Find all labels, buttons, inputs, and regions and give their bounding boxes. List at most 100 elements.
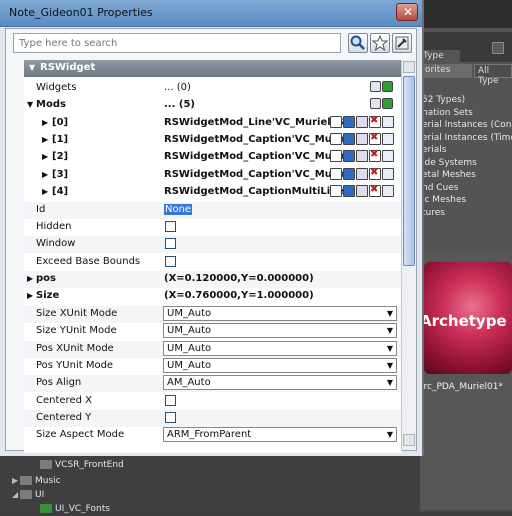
delete-icon[interactable] xyxy=(369,167,381,180)
list-item[interactable]: nation Sets xyxy=(420,107,512,120)
link-icon[interactable] xyxy=(356,185,368,197)
centered-y-checkbox[interactable] xyxy=(165,412,176,423)
property-row-hidden[interactable]: Hidden xyxy=(24,219,402,236)
list-item[interactable]: erial Instances (Cons xyxy=(420,119,512,132)
tree-item-fonts[interactable]: UI_VC_Fonts xyxy=(40,502,110,516)
pos-xunit-mode-select[interactable]: UM_Auto ▼ xyxy=(163,341,397,356)
add-item-icon[interactable] xyxy=(370,81,381,92)
expand-icon[interactable]: ▶ xyxy=(27,291,33,300)
delete-icon[interactable] xyxy=(369,132,381,145)
pos-yunit-mode-select[interactable]: UM_Auto ▼ xyxy=(163,358,397,373)
property-row-size[interactable]: ▶ Size (X=0.760000,Y=1.000000) xyxy=(24,288,402,305)
id-value-field[interactable]: None xyxy=(164,204,193,215)
expand-icon[interactable]: ▶ xyxy=(42,135,48,144)
list-item[interactable]: erial Instances (Time xyxy=(420,132,512,145)
property-row-size-yunit-mode[interactable]: Size YUnit Mode UM_Auto ▼ xyxy=(24,323,402,340)
size-yunit-mode-select[interactable]: UM_Auto ▼ xyxy=(163,323,397,338)
search-button[interactable] xyxy=(348,33,368,53)
scroll-down-button[interactable] xyxy=(403,434,415,446)
checkbox-icon[interactable] xyxy=(330,116,342,128)
category-header[interactable]: ▼ RSWidget xyxy=(24,60,402,77)
link-icon[interactable] xyxy=(356,133,368,145)
delete-icon[interactable] xyxy=(369,184,381,197)
property-row-mod-3[interactable]: ▶ [3] RSWidgetMod_Caption'VC_Murie xyxy=(24,167,402,184)
dropdown-icon[interactable] xyxy=(343,150,355,162)
property-row-size-aspect-mode[interactable]: Size Aspect Mode ARM_FromParent ▼ xyxy=(24,427,402,444)
content-browser-button[interactable] xyxy=(492,42,504,54)
settings-button[interactable] xyxy=(392,33,412,53)
hidden-checkbox[interactable] xyxy=(165,221,176,232)
property-row-id[interactable]: Id None xyxy=(24,202,402,220)
checkbox-icon[interactable] xyxy=(330,133,342,145)
list-item[interactable]: erials xyxy=(420,144,512,157)
property-row-pos-align[interactable]: Pos Align AM_Auto ▼ xyxy=(24,375,402,393)
property-row-mod-0[interactable]: ▶ [0] RSWidgetMod_Line'VC_MurielsS xyxy=(24,115,402,132)
property-row-mod-2[interactable]: ▶ [2] RSWidgetMod_Caption'VC_Murie xyxy=(24,149,402,166)
tree-item-music[interactable]: ▶ Music xyxy=(12,474,61,488)
property-row-widgets[interactable]: Widgets ... (0) xyxy=(24,80,402,97)
expand-icon[interactable]: ▶ xyxy=(12,474,20,488)
edit-icon[interactable] xyxy=(382,116,394,128)
checkbox-icon[interactable] xyxy=(330,185,342,197)
collapse-icon[interactable]: ▼ xyxy=(27,100,33,109)
tree-item-ui[interactable]: ◢ UI xyxy=(12,488,44,502)
property-row-size-xunit-mode[interactable]: Size XUnit Mode UM_Auto ▼ xyxy=(24,306,402,324)
title-bar[interactable]: Note_Gideon01 Properties ✕ xyxy=(0,0,422,27)
property-row-exceed-base-bounds[interactable]: Exceed Base Bounds xyxy=(24,254,402,271)
edit-icon[interactable] xyxy=(382,133,394,145)
property-row-window[interactable]: Window xyxy=(24,236,402,254)
scroll-up-button[interactable] xyxy=(403,61,415,73)
list-item[interactable]: 52 Types) xyxy=(420,94,512,107)
tree-item-frontend[interactable]: VCSR_FrontEnd xyxy=(40,458,124,472)
dropdown-icon[interactable] xyxy=(343,116,355,128)
property-row-mod-1[interactable]: ▶ [1] RSWidgetMod_Caption'VC_Murie xyxy=(24,132,402,149)
expand-icon[interactable]: ▶ xyxy=(42,118,48,127)
delete-icon[interactable] xyxy=(369,115,381,128)
checkbox-icon[interactable] xyxy=(330,150,342,162)
property-row-centered-x[interactable]: Centered X xyxy=(24,393,402,410)
property-row-mods[interactable]: ▼ Mods ... (5) xyxy=(24,97,402,114)
edit-icon[interactable] xyxy=(382,168,394,180)
collapse-icon[interactable]: ▼ xyxy=(29,63,35,72)
tab-type[interactable]: Type xyxy=(420,50,460,64)
property-row-centered-y[interactable]: Centered Y xyxy=(24,410,402,428)
edit-icon[interactable] xyxy=(382,185,394,197)
property-row-pos-yunit-mode[interactable]: Pos YUnit Mode UM_Auto ▼ xyxy=(24,358,402,375)
link-icon[interactable] xyxy=(356,168,368,180)
expand-icon[interactable]: ▶ xyxy=(27,274,33,283)
expand-icon[interactable]: ▶ xyxy=(42,170,48,179)
dropdown-icon[interactable] xyxy=(343,185,355,197)
clear-items-icon[interactable] xyxy=(382,81,393,92)
clear-items-icon[interactable] xyxy=(382,98,393,109)
size-xunit-mode-select[interactable]: UM_Auto ▼ xyxy=(163,306,397,321)
delete-icon[interactable] xyxy=(369,149,381,162)
vertical-scrollbar[interactable] xyxy=(401,60,416,450)
checkbox-icon[interactable] xyxy=(330,168,342,180)
list-item[interactable]: tures xyxy=(420,207,512,220)
window-checkbox[interactable] xyxy=(165,238,176,249)
size-aspect-mode-select[interactable]: ARM_FromParent ▼ xyxy=(163,427,397,442)
list-item[interactable]: ic Meshes xyxy=(420,194,512,207)
search-input[interactable] xyxy=(13,33,341,53)
dropdown-icon[interactable] xyxy=(343,168,355,180)
property-row-pos-xunit-mode[interactable]: Pos XUnit Mode UM_Auto ▼ xyxy=(24,341,402,359)
collapse-icon[interactable]: ◢ xyxy=(12,488,20,502)
property-row-mod-4[interactable]: ▶ [4] RSWidgetMod_CaptionMultiLine' xyxy=(24,184,402,201)
link-icon[interactable] xyxy=(356,150,368,162)
expand-icon[interactable]: ▶ xyxy=(42,187,48,196)
list-item[interactable]: nd Cues xyxy=(420,182,512,195)
scroll-thumb[interactable] xyxy=(403,76,415,266)
list-item[interactable]: ide Systems xyxy=(420,157,512,170)
expand-icon[interactable]: ▶ xyxy=(42,152,48,161)
add-item-icon[interactable] xyxy=(370,98,381,109)
pos-align-select[interactable]: AM_Auto ▼ xyxy=(163,375,397,390)
tab-favorites[interactable]: orites xyxy=(422,64,472,78)
property-row-pos[interactable]: ▶ pos (X=0.120000,Y=0.000000) xyxy=(24,271,402,289)
close-button[interactable]: ✕ xyxy=(396,3,418,21)
favorite-button[interactable] xyxy=(370,33,390,53)
edit-icon[interactable] xyxy=(382,150,394,162)
centered-x-checkbox[interactable] xyxy=(165,395,176,406)
link-icon[interactable] xyxy=(356,116,368,128)
dropdown-icon[interactable] xyxy=(343,133,355,145)
exceed-base-bounds-checkbox[interactable] xyxy=(165,256,176,267)
